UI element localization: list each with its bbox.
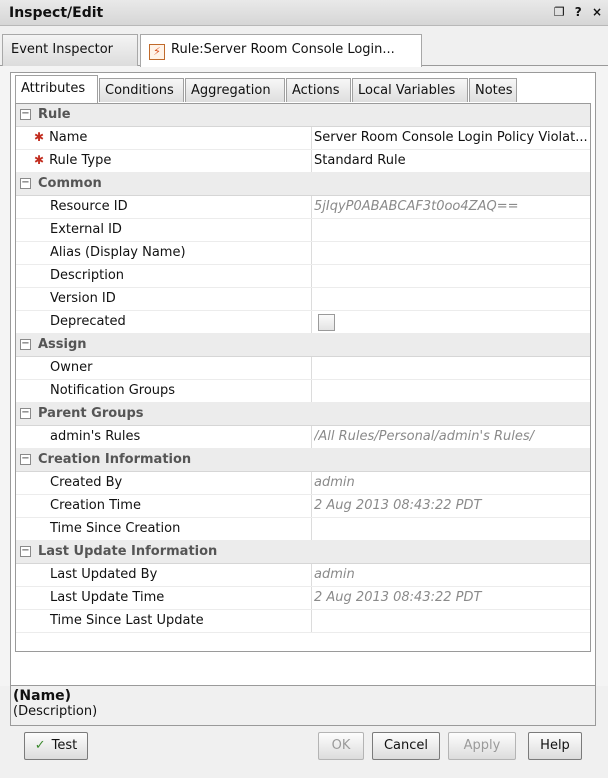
section-title: Last Update Information	[38, 544, 218, 559]
window-controls: ❐ ? ×	[552, 5, 604, 19]
row-version-id[interactable]: Version ID	[16, 288, 590, 311]
field-label: Deprecated	[16, 311, 312, 333]
group-path-value: /All Rules/Personal/admin's Rules/	[314, 429, 535, 444]
close-icon[interactable]: ×	[592, 5, 604, 19]
tab-aggregation[interactable]: Aggregation	[185, 78, 285, 102]
property-description-box: (Name) (Description)	[10, 684, 596, 726]
field-label: Time Since Creation	[16, 518, 312, 540]
rule-type-value[interactable]: Standard Rule	[314, 150, 590, 172]
attributes-grid: − Rule ✱ Name Server Room Console Login P…	[15, 103, 591, 652]
row-notification-groups[interactable]: Notification Groups	[16, 380, 590, 403]
row-admins-rules[interactable]: admin's Rules /All Rules/Personal/admin'…	[16, 426, 590, 449]
property-description: (Description)	[13, 704, 98, 719]
tab-event-inspector[interactable]: Event Inspector	[2, 34, 138, 66]
row-time-since-last-update: Time Since Last Update	[16, 610, 590, 633]
field-label: Last Updated By	[16, 564, 312, 586]
last-updated-by-value: admin	[314, 567, 355, 582]
section-title: Parent Groups	[38, 406, 144, 421]
version-id-field[interactable]	[314, 288, 590, 310]
button-label: Test	[51, 738, 78, 753]
time-since-creation-value	[314, 518, 590, 540]
section-last-update[interactable]: − Last Update Information	[16, 541, 590, 564]
row-resource-id: Resource ID 5jIqyP0ABABCAF3t0oo4ZAQ==	[16, 196, 590, 219]
field-label: Resource ID	[16, 196, 312, 218]
last-update-time-value: 2 Aug 2013 08:43:22 PDT	[314, 590, 482, 605]
row-external-id[interactable]: External ID	[16, 219, 590, 242]
help-icon[interactable]: ?	[575, 5, 584, 19]
description-field[interactable]	[314, 265, 590, 287]
row-name[interactable]: ✱ Name Server Room Console Login Policy V…	[16, 127, 590, 150]
window-title: Inspect/Edit	[9, 5, 104, 21]
tab-notes[interactable]: Notes	[469, 78, 517, 102]
document-tabs: Event Inspector ⚡ Rule:Server Room Consol…	[0, 26, 608, 67]
section-parent-groups[interactable]: − Parent Groups	[16, 403, 590, 426]
tab-actions[interactable]: Actions	[286, 78, 351, 102]
ok-button[interactable]: OK	[318, 732, 364, 760]
row-creation-time: Creation Time 2 Aug 2013 08:43:22 PDT	[16, 495, 590, 518]
field-label: admin's Rules	[16, 426, 312, 448]
apply-button[interactable]: Apply	[448, 732, 516, 760]
row-last-updated-by: Last Updated By admin	[16, 564, 590, 587]
check-icon: ✓	[34, 738, 46, 753]
field-label: Alias (Display Name)	[16, 242, 312, 264]
section-title: Creation Information	[38, 452, 192, 467]
section-creation[interactable]: − Creation Information	[16, 449, 590, 472]
creation-time-value: 2 Aug 2013 08:43:22 PDT	[314, 498, 482, 513]
inspector-panel: Attributes Conditions Aggregation Action…	[10, 72, 596, 686]
window-titlebar: Inspect/Edit ❐ ? ×	[0, 0, 608, 26]
field-label: Description	[16, 265, 312, 287]
alias-field[interactable]	[314, 242, 590, 264]
field-label: Name	[49, 130, 88, 145]
notification-groups-field[interactable]	[314, 380, 590, 402]
tab-conditions[interactable]: Conditions	[99, 78, 184, 102]
tab-attributes[interactable]: Attributes	[15, 75, 98, 103]
deprecated-checkbox[interactable]	[318, 314, 335, 331]
tab-label: Rule:Server Room Console Login...	[171, 42, 395, 57]
field-label: Rule Type	[49, 153, 112, 168]
field-label: Notification Groups	[16, 380, 312, 402]
field-label: Created By	[16, 472, 312, 494]
row-time-since-creation: Time Since Creation	[16, 518, 590, 541]
external-id-field[interactable]	[314, 219, 590, 241]
created-by-value: admin	[314, 475, 355, 490]
field-label: External ID	[16, 219, 312, 241]
field-label: Time Since Last Update	[16, 610, 312, 632]
section-common[interactable]: − Common	[16, 173, 590, 196]
row-last-update-time: Last Update Time 2 Aug 2013 08:43:22 PDT	[16, 587, 590, 610]
row-alias[interactable]: Alias (Display Name)	[16, 242, 590, 265]
rule-flash-icon: ⚡	[149, 44, 165, 60]
row-owner[interactable]: Owner	[16, 357, 590, 380]
time-since-update-value	[314, 610, 590, 632]
restore-icon[interactable]: ❐	[554, 5, 567, 19]
field-label: Owner	[16, 357, 312, 379]
row-rule-type[interactable]: ✱ Rule Type Standard Rule	[16, 150, 590, 173]
section-title: Assign	[38, 337, 87, 352]
required-icon: ✱	[34, 153, 45, 167]
field-label: Last Update Time	[16, 587, 312, 609]
section-title: Common	[38, 176, 102, 191]
tab-label: Event Inspector	[11, 42, 114, 57]
help-button[interactable]: Help	[528, 732, 582, 760]
required-icon: ✱	[34, 130, 45, 144]
section-title: Rule	[38, 107, 71, 122]
footer: (Name) (Description)	[0, 684, 608, 778]
section-rule[interactable]: − Rule	[16, 104, 590, 127]
owner-field[interactable]	[314, 357, 590, 379]
section-assign[interactable]: − Assign	[16, 334, 590, 357]
row-created-by: Created By admin	[16, 472, 590, 495]
tab-rule[interactable]: ⚡ Rule:Server Room Console Login...	[140, 34, 422, 67]
row-deprecated[interactable]: Deprecated	[16, 311, 590, 334]
resource-id-value: 5jIqyP0ABABCAF3t0oo4ZAQ==	[314, 199, 519, 214]
cancel-button[interactable]: Cancel	[372, 732, 440, 760]
row-description[interactable]: Description	[16, 265, 590, 288]
test-button[interactable]: ✓ Test	[24, 732, 88, 760]
field-label: Creation Time	[16, 495, 312, 517]
property-name: (Name)	[13, 688, 72, 704]
field-label: Version ID	[16, 288, 312, 310]
tab-local-variables[interactable]: Local Variables	[352, 78, 468, 102]
name-value[interactable]: Server Room Console Login Policy Violat.…	[314, 127, 590, 149]
